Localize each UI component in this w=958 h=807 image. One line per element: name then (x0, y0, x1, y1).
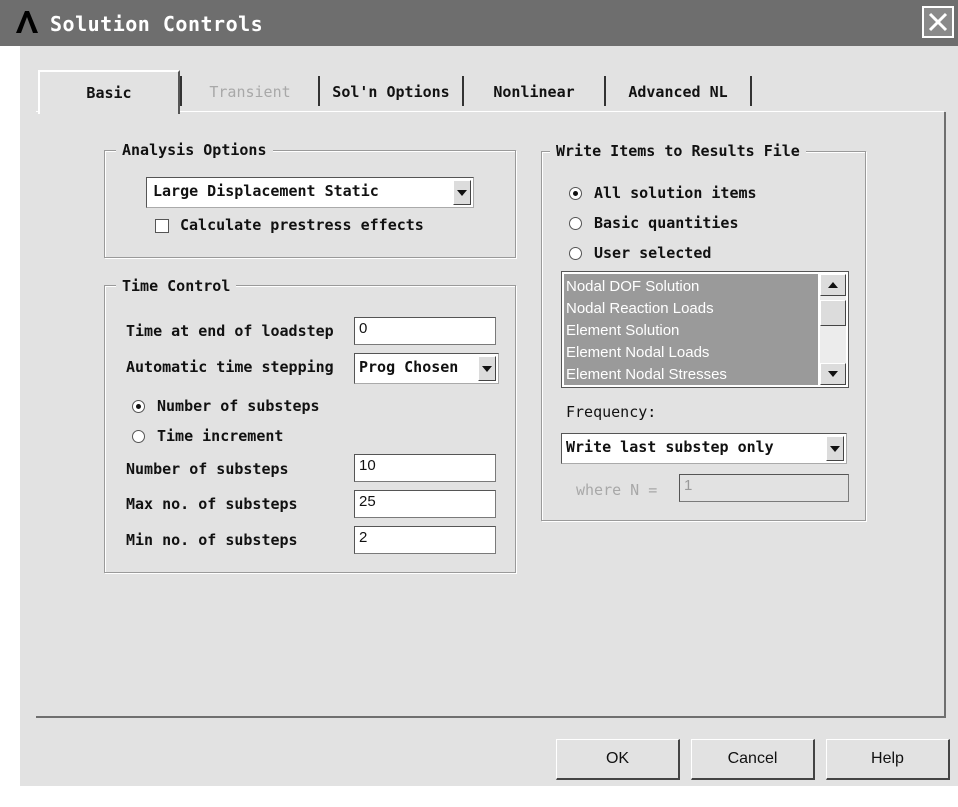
auto-step-select[interactable]: Prog Chosen (354, 353, 499, 384)
analysis-options-label: Analysis Options (116, 141, 273, 159)
chevron-down-icon[interactable] (826, 436, 844, 461)
ok-button-label: OK (605, 750, 630, 767)
time-end-input[interactable]: 0 (354, 317, 496, 345)
tab-nonlinear[interactable]: Nonlinear (464, 72, 606, 112)
chevron-down-icon[interactable] (478, 356, 496, 381)
list-items-area: Nodal DOF Solution Nodal Reaction Loads … (564, 274, 818, 385)
tab-advanced-nl[interactable]: Advanced NL (606, 72, 752, 112)
results-file-label: Write Items to Results File (550, 142, 806, 160)
tab-label: Nonlinear (493, 83, 575, 101)
results-item-list[interactable]: Nodal DOF Solution Nodal Reaction Loads … (561, 271, 849, 388)
scroll-down-button[interactable] (820, 363, 846, 385)
ansys-logo-icon (16, 11, 38, 33)
list-scrollbar[interactable] (820, 274, 846, 385)
auto-step-value: Prog Chosen (359, 358, 459, 376)
list-item[interactable]: Nodal DOF Solution (566, 278, 699, 295)
scroll-thumb[interactable] (820, 300, 846, 326)
min-substeps-input[interactable]: 2 (354, 526, 496, 554)
list-item[interactable]: Nodal Reaction Loads (566, 300, 714, 317)
list-item[interactable]: Element Nodal Loads (566, 344, 709, 361)
list-item[interactable]: Element Nodal Stresses (566, 366, 727, 383)
num-substeps-input[interactable]: 10 (354, 454, 496, 482)
analysis-type-value: Large Displacement Static (153, 182, 379, 200)
where-n-input: 1 (679, 474, 849, 502)
frequency-value: Write last substep only (566, 438, 774, 456)
chevron-up-icon (828, 282, 838, 288)
frequency-label: Frequency: (566, 403, 657, 421)
window-title: Solution Controls (50, 12, 264, 36)
radio-user-selected-label: User selected (594, 244, 712, 262)
time-control-label: Time Control (116, 277, 237, 295)
frequency-select[interactable]: Write last substep only (561, 433, 847, 464)
list-item[interactable]: Element Solution (566, 322, 679, 339)
prestress-checkbox[interactable] (155, 219, 169, 233)
radio-number-of-substeps-label: Number of substeps (157, 397, 320, 415)
tab-soln-options[interactable]: Sol'n Options (320, 72, 464, 112)
tab-label: Basic (86, 84, 132, 102)
cancel-button[interactable]: Cancel (691, 739, 815, 780)
radio-user-selected[interactable] (569, 247, 582, 260)
analysis-type-select[interactable]: Large Displacement Static (146, 177, 474, 208)
radio-number-of-substeps[interactable] (132, 400, 145, 413)
time-end-label: Time at end of loadstep (126, 322, 334, 340)
max-substeps-label: Max no. of substeps (126, 495, 298, 513)
chevron-down-icon[interactable] (453, 180, 471, 205)
radio-all-solution-items-label: All solution items (594, 184, 757, 202)
prestress-label: Calculate prestress effects (180, 216, 424, 234)
radio-basic-quantities-label: Basic quantities (594, 214, 739, 232)
max-substeps-input[interactable]: 25 (354, 490, 496, 518)
radio-basic-quantities[interactable] (569, 217, 582, 230)
close-button[interactable] (922, 6, 954, 38)
auto-step-label: Automatic time stepping (126, 358, 334, 376)
chevron-down-icon (828, 371, 838, 377)
tab-label: Transient (209, 83, 291, 101)
num-substeps-label: Number of substeps (126, 460, 289, 478)
where-n-label: where N = (576, 481, 658, 499)
radio-all-solution-items[interactable] (569, 187, 582, 200)
help-button-label: Help (871, 750, 904, 767)
help-button[interactable]: Help (826, 739, 950, 780)
tab-label: Advanced NL (628, 83, 728, 101)
ok-button[interactable]: OK (556, 739, 680, 780)
radio-time-increment-label: Time increment (157, 427, 284, 445)
scroll-up-button[interactable] (820, 274, 846, 296)
tab-basic[interactable]: Basic (38, 70, 182, 114)
min-substeps-label: Min no. of substeps (126, 531, 298, 549)
tab-transient: Transient (182, 72, 320, 112)
radio-time-increment[interactable] (132, 430, 145, 443)
tab-label: Sol'n Options (332, 83, 450, 101)
cancel-button-label: Cancel (727, 750, 778, 767)
close-icon (928, 12, 948, 32)
